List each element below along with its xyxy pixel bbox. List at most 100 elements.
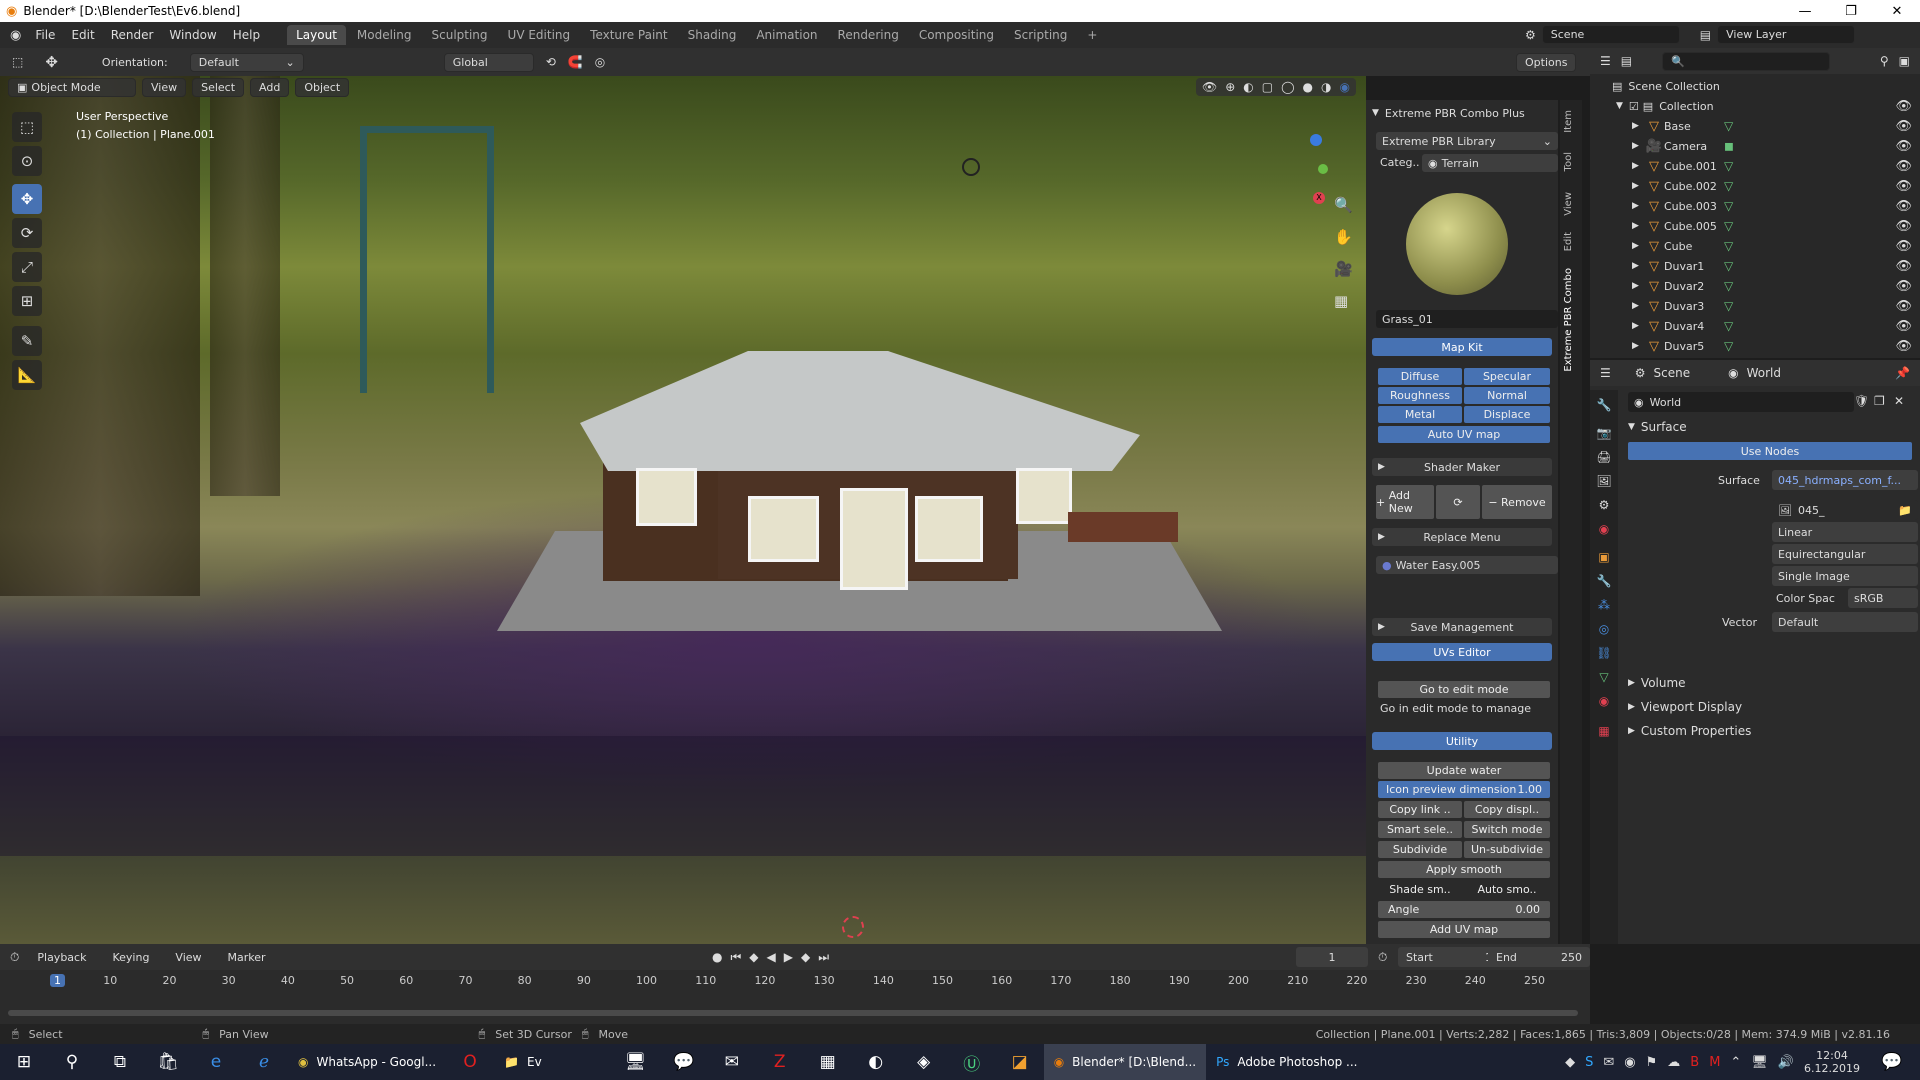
tab-uv-editing[interactable]: UV Editing [499, 25, 580, 45]
outliner-row-object[interactable]: ▶ ▽ Duvar1 ▽ 👁 [1590, 256, 1920, 276]
taskbar-explorer[interactable]: 📁 Ev [494, 1044, 552, 1080]
camera-data-icon[interactable]: ◼ [1724, 139, 1734, 153]
checkbox-icon[interactable]: ☑ [1629, 100, 1639, 113]
expand-icon[interactable]: ▶ [1632, 161, 1644, 171]
3d-viewport[interactable]: ▣ Object Mode View Select Add Object 👁 ⊕ … [0, 76, 1366, 944]
store-icon[interactable]: 🛍 [144, 1044, 192, 1080]
material-tab-icon[interactable]: ◉ [1596, 694, 1612, 710]
close-button[interactable]: ✕ [1874, 0, 1920, 22]
shader-maker-section[interactable]: ▶ Shader Maker [1372, 458, 1552, 476]
scale-tool-icon[interactable]: ⤢ [12, 252, 42, 282]
tray-icon[interactable]: M [1709, 1055, 1720, 1070]
menu-window[interactable]: Window [161, 28, 224, 42]
proportional-edit-icon[interactable]: ◎ [595, 55, 605, 69]
roughness-button[interactable]: Roughness [1378, 387, 1462, 404]
mesh-data-icon[interactable]: ▽ [1724, 239, 1733, 253]
utility-section[interactable]: Utility [1372, 732, 1552, 750]
rotate-tool-icon[interactable]: ⟳ [12, 218, 42, 248]
light-gizmo-icon[interactable] [962, 158, 980, 176]
jump-start-icon[interactable]: ⏮ [730, 950, 741, 965]
eye-icon[interactable]: 👁 [1895, 139, 1912, 154]
minimize-button[interactable]: — [1782, 0, 1828, 22]
fake-user-icon[interactable]: 🛡 [1854, 394, 1869, 408]
eye-icon[interactable]: 👁 [1895, 119, 1912, 134]
outliner-row-object[interactable]: ▶ ▽ Cube.005 ▽ 👁 [1590, 216, 1920, 236]
taskbar-whatsapp[interactable]: ◉ WhatsApp - Googl... [288, 1044, 446, 1080]
uvs-editor-section[interactable]: UVs Editor [1372, 643, 1552, 661]
transform-tool-icon[interactable]: ⊞ [12, 286, 42, 316]
move-gizmo-icon[interactable]: ✥ [45, 53, 58, 71]
internet-explorer-icon[interactable]: ℯ [240, 1044, 288, 1080]
frame-ruler[interactable]: 1 10 20 30 40 50 60 70 80 90 100 110 120 130 140 150 160… [0, 972, 1590, 992]
data-tab-icon[interactable]: ▽ [1596, 670, 1612, 686]
editor-type-icon[interactable]: ☰ [1600, 366, 1611, 380]
playback-menu[interactable]: Playback [29, 949, 94, 966]
mesh-data-icon[interactable]: ▽ [1724, 299, 1733, 313]
volume-section-header[interactable]: ▶ Volume [1628, 676, 1686, 690]
tab-scripting[interactable]: Scripting [1005, 25, 1076, 45]
chevron-up-icon[interactable]: ⌃ [1730, 1055, 1741, 1070]
open-folder-icon[interactable]: 📁 [1898, 504, 1912, 517]
material-shading-icon[interactable]: ◑ [1321, 80, 1331, 94]
expand-icon[interactable]: ▶ [1632, 241, 1644, 251]
task-view-icon[interactable]: ⧉ [96, 1044, 144, 1080]
expand-icon[interactable]: ▶ [1632, 121, 1644, 131]
outliner-row-collection[interactable]: ▼ ☑ ▤ Collection 👁 [1590, 96, 1920, 116]
update-water-button[interactable]: Update water [1378, 762, 1550, 779]
diffuse-button[interactable]: Diffuse [1378, 368, 1462, 385]
outliner-row-object[interactable]: ▶ ▽ Duvar5 ▽ 👁 [1590, 336, 1920, 356]
image-datablock-field[interactable]: 🖼 045_ 📁 [1772, 500, 1918, 520]
mesh-data-icon[interactable]: ▽ [1724, 199, 1733, 213]
app-icon[interactable]: 💬 [660, 1044, 708, 1080]
tab-shading[interactable]: Shading [679, 25, 746, 45]
surface-section-header[interactable]: ▼ Surface [1628, 420, 1687, 434]
mesh-data-icon[interactable]: ▽ [1724, 119, 1733, 133]
water-material-field[interactable]: ● Water Easy.005 [1376, 556, 1558, 574]
app-icon[interactable]: ◐ [852, 1044, 900, 1080]
tool-select-icon[interactable]: ⬚ [12, 55, 23, 69]
filezilla-icon[interactable]: Z [756, 1044, 804, 1080]
visibility-icon[interactable]: 👁 [1202, 80, 1217, 94]
object-tab-icon[interactable]: ▣ [1596, 550, 1612, 566]
menu-help[interactable]: Help [225, 28, 268, 42]
outliner-search-input[interactable]: 🔍 [1662, 51, 1831, 71]
viewport-display-section-header[interactable]: ▶ Viewport Display [1628, 700, 1742, 714]
outliner-row-object[interactable]: ▶ ▽ Duvar4 ▽ 👁 [1590, 316, 1920, 336]
outliner-row-object[interactable]: ▶ ▽ Cube.001 ▽ 👁 [1590, 156, 1920, 176]
surface-shader-field[interactable]: 045_hdrmaps_com_f... [1772, 470, 1918, 490]
custom-properties-section-header[interactable]: ▶ Custom Properties [1628, 724, 1751, 738]
app-icon[interactable]: 🖥 [612, 1044, 660, 1080]
modifier-tab-icon[interactable]: 🔧 [1596, 574, 1612, 590]
volume-icon[interactable]: 🔊 [1778, 1055, 1794, 1070]
zoom-icon[interactable]: 🔍 [1334, 196, 1353, 214]
un-subdivide-button[interactable]: Un-subdivide [1464, 841, 1550, 858]
eye-icon[interactable]: 👁 [1895, 159, 1912, 174]
scene-tab-label[interactable]: Scene [1654, 366, 1691, 380]
expand-icon[interactable]: ▶ [1632, 221, 1644, 231]
new-collection-icon[interactable]: ▣ [1899, 54, 1910, 68]
mesh-data-icon[interactable]: ▽ [1724, 219, 1733, 233]
auto-smooth-checkbox[interactable]: Auto smo.. [1464, 881, 1550, 898]
mesh-data-icon[interactable]: ▽ [1724, 259, 1733, 273]
scene-tab-icon[interactable]: ⚙ [1596, 498, 1612, 514]
expand-icon[interactable]: ▶ [1632, 181, 1644, 191]
replace-menu-section[interactable]: ▶ Replace Menu [1372, 528, 1552, 546]
normal-button[interactable]: Normal [1464, 387, 1550, 404]
expand-icon[interactable]: ▶ [1632, 281, 1644, 291]
measure-tool-icon[interactable]: 📐 [12, 360, 42, 390]
menu-file[interactable]: File [27, 28, 63, 42]
editor-type-icon[interactable]: ⏱ [10, 950, 19, 965]
tab-sculpting[interactable]: Sculpting [423, 25, 497, 45]
switch-mode-button[interactable]: Switch mode [1464, 821, 1550, 838]
marker-menu[interactable]: Marker [220, 949, 274, 966]
world-tab-icon[interactable]: ◉ [1596, 522, 1612, 538]
copy-link-button[interactable]: Copy link .. [1378, 801, 1462, 818]
cursor-tool-icon[interactable]: ⊙ [12, 146, 42, 176]
tray-icon[interactable]: ◆ [1565, 1055, 1575, 1070]
tab-modeling[interactable]: Modeling [348, 25, 421, 45]
eye-icon[interactable]: 👁 [1895, 279, 1912, 294]
mesh-data-icon[interactable]: ▽ [1724, 159, 1733, 173]
tab-view[interactable]: View [1563, 192, 1579, 216]
expand-icon[interactable]: ▶ [1632, 321, 1644, 331]
subdivide-button[interactable]: Subdivide [1378, 841, 1462, 858]
